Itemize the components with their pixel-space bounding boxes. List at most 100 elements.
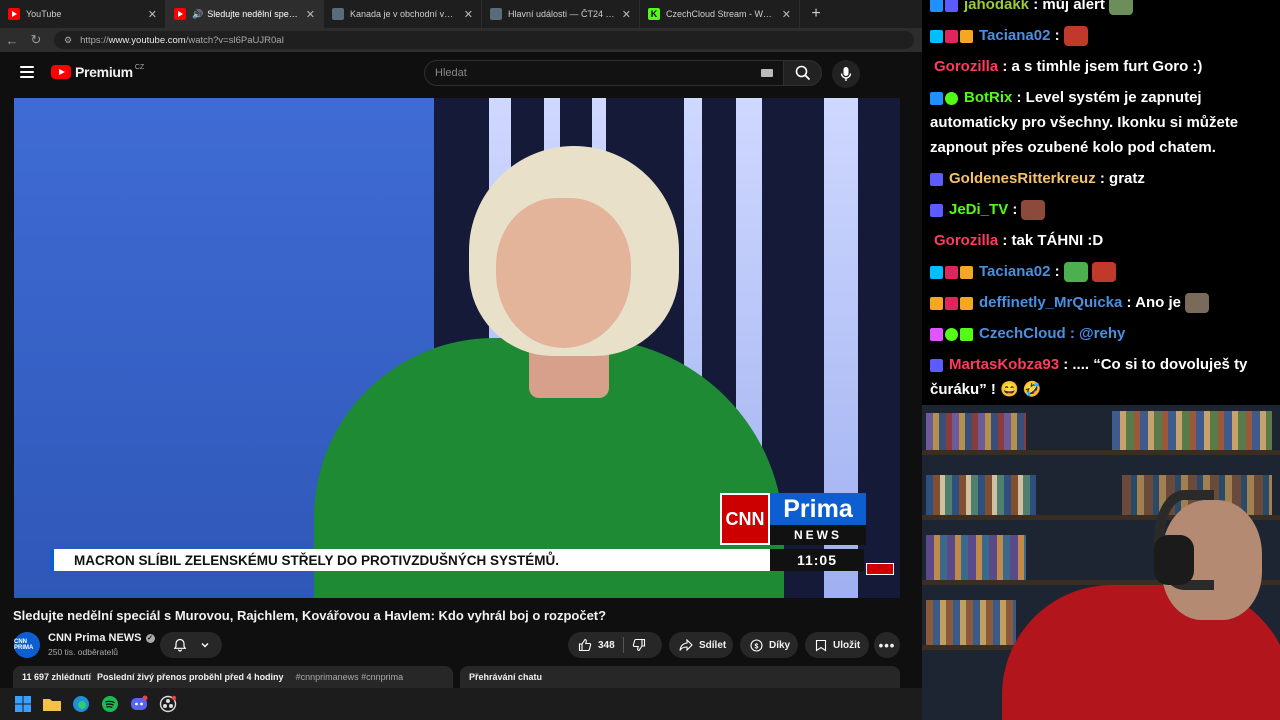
save-button[interactable]: Uložit xyxy=(805,632,869,658)
chat-text: : xyxy=(1012,201,1018,218)
like-button[interactable] xyxy=(578,638,592,652)
file-explorer-icon[interactable] xyxy=(41,693,63,715)
chat-username[interactable]: JeDi_TV xyxy=(949,201,1008,218)
url-field[interactable]: ⚙ https://www.youtube.com/watch?v=sl6PaU… xyxy=(54,31,914,49)
chat-username[interactable]: jahodakk xyxy=(964,0,1029,13)
tab-ct24[interactable]: Hlavní události — ČT24 — Česká ✕ xyxy=(482,0,640,28)
youtube-logo[interactable]: Premium CZ xyxy=(51,64,144,80)
search-icon xyxy=(795,65,810,81)
search-button[interactable] xyxy=(784,60,822,86)
share-icon xyxy=(679,639,693,651)
hamburger-menu-icon[interactable] xyxy=(20,66,34,78)
tab-kanada[interactable]: Kanada je v obchodní válce, neboť ✕ xyxy=(324,0,482,28)
video-player[interactable]: CNN Prima NEWS MACRON SLÍBIL ZELENSKÉMU … xyxy=(14,98,900,598)
chat-replay-header[interactable]: Přehrávání chatu xyxy=(460,666,900,688)
tab-title: YouTube xyxy=(26,9,62,19)
url-host: www.youtube.com xyxy=(108,34,186,46)
tab-video[interactable]: 🔊 Sledujte nedělní speciál s Murovou ✕ xyxy=(166,0,324,28)
save-label: Uložit xyxy=(833,639,861,651)
chat-badges xyxy=(930,358,945,372)
chat-username[interactable]: Taciana02 xyxy=(979,27,1050,44)
subscriber-count: 250 tis. odběratelů xyxy=(48,647,118,657)
verified-icon: ✓ xyxy=(145,633,155,643)
channel-avatar[interactable]: CNN PRIMA xyxy=(14,632,40,658)
close-tab-icon[interactable]: ✕ xyxy=(148,8,157,21)
site-info-icon[interactable]: ⚙ xyxy=(64,35,72,46)
channel-name[interactable]: CNN Prima NEWS ✓ xyxy=(48,632,155,644)
headphones xyxy=(1154,535,1194,585)
cnn-watermark xyxy=(866,563,894,575)
youtube-play-icon xyxy=(51,65,71,79)
chat-message: Gorozilla : a s timhle jsem furt Goro :) xyxy=(934,54,1279,79)
new-tab-button[interactable]: + xyxy=(804,2,828,26)
logo-region: CZ xyxy=(134,63,145,71)
chat-message: BotRix : Level systém je zapnutej automa… xyxy=(930,85,1275,160)
chat-emote-icon xyxy=(1063,262,1088,283)
chat-badges xyxy=(930,172,945,186)
close-tab-icon[interactable]: ✕ xyxy=(622,8,631,21)
chat-emote-icon xyxy=(1063,26,1088,47)
chat-badges xyxy=(930,265,975,279)
tab-title: Sledujte nedělní speciál s Murovou xyxy=(207,9,300,19)
more-actions-button[interactable]: ••• xyxy=(874,632,900,658)
ticker-clock: 11:05 xyxy=(770,549,864,571)
spotify-icon[interactable] xyxy=(99,693,121,715)
chat-emote-icon xyxy=(1091,262,1116,283)
taskbar xyxy=(0,688,922,720)
webcam-feed xyxy=(922,405,1280,720)
svg-text:$: $ xyxy=(755,643,759,650)
notifications-button[interactable] xyxy=(160,632,222,658)
windows-start-icon[interactable] xyxy=(12,693,34,715)
chat-username[interactable]: Gorozilla xyxy=(934,58,998,75)
description-box[interactable]: 11 697 zhlédnutí Poslední živý přenos pr… xyxy=(13,666,453,688)
books xyxy=(1112,411,1272,450)
divider xyxy=(622,637,624,653)
chat-username[interactable]: deffinetly_MrQuicka xyxy=(979,294,1122,311)
dislike-button[interactable] xyxy=(632,638,646,652)
chat-emote-icon xyxy=(1108,0,1133,16)
chat-message: GoldenesRitterkreuz : gratz xyxy=(930,166,1275,191)
speaker-icon[interactable]: 🔊 xyxy=(192,9,203,20)
channel-name-text: CNN Prima NEWS xyxy=(48,632,142,644)
chat-username[interactable]: BotRix xyxy=(964,89,1012,106)
close-tab-icon[interactable]: ✕ xyxy=(464,8,473,21)
chat-username[interactable]: GoldenesRitterkreuz xyxy=(949,170,1096,187)
books xyxy=(926,413,1026,450)
obs-icon[interactable] xyxy=(157,693,179,715)
chat-username[interactable]: CzechCloud xyxy=(979,325,1066,342)
close-tab-icon[interactable]: ✕ xyxy=(782,8,791,21)
edge-browser-icon[interactable] xyxy=(70,693,92,715)
youtube-masthead: Premium CZ Hledat xyxy=(0,52,922,92)
view-count: 11 697 zhlédnutí xyxy=(22,672,92,682)
prima-logo-text: Prima xyxy=(770,493,866,525)
close-tab-icon[interactable]: ✕ xyxy=(306,8,315,21)
back-button[interactable]: ← xyxy=(0,28,24,52)
presenter-figure xyxy=(496,198,631,348)
chat-message: Gorozilla : tak TÁHNI :D xyxy=(934,228,1279,253)
share-button[interactable]: Sdílet xyxy=(669,632,733,658)
share-label: Sdílet xyxy=(699,639,727,651)
news-logo-text: NEWS xyxy=(770,525,866,545)
keyboard-icon[interactable] xyxy=(761,69,773,77)
chat-badges xyxy=(930,0,960,12)
thanks-button[interactable]: $ Díky xyxy=(740,632,798,658)
tab-youtube[interactable]: YouTube ✕ xyxy=(0,0,166,28)
reload-button[interactable]: ↻ xyxy=(24,28,48,52)
hashtags[interactable]: #cnnprimanews #cnnprima xyxy=(296,672,404,682)
tab-title: Kanada je v obchodní válce, neboť xyxy=(350,9,458,19)
chat-message: deffinetly_MrQuicka : Ano je xyxy=(930,290,1275,315)
search-input[interactable]: Hledat xyxy=(424,60,784,86)
discord-icon[interactable] xyxy=(128,693,150,715)
chat-username[interactable]: MartasKobza93 xyxy=(949,356,1059,373)
chevron-down-icon xyxy=(201,643,208,648)
tab-czechcloud[interactable]: K CzechCloud Stream - Watch Live o ✕ xyxy=(640,0,800,28)
bell-icon xyxy=(173,638,186,652)
save-playlist-icon xyxy=(815,639,827,652)
chat-message: JeDi_TV : xyxy=(930,197,1275,222)
chat-text: : a s timhle jsem furt Goro :) xyxy=(1002,58,1203,75)
voice-search-button[interactable] xyxy=(832,60,860,88)
chat-username[interactable]: Taciana02 xyxy=(979,263,1050,280)
books xyxy=(926,600,1016,645)
chat-emote-icon xyxy=(1185,293,1209,314)
chat-username[interactable]: Gorozilla xyxy=(934,232,998,249)
